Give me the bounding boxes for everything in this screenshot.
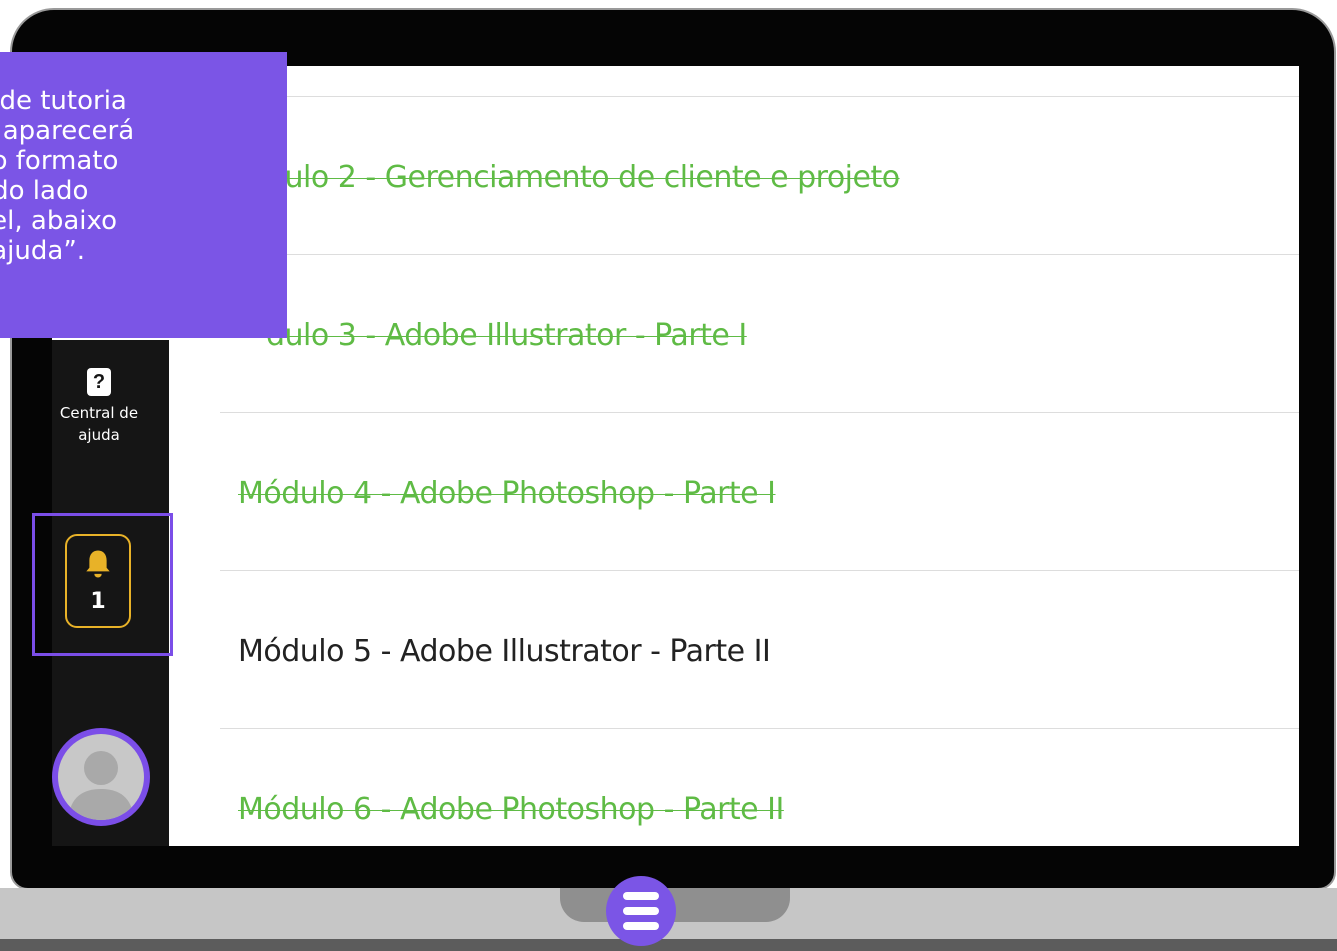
avatar[interactable] xyxy=(52,728,150,826)
divider xyxy=(220,254,1299,255)
menu-bar xyxy=(623,892,659,900)
divider xyxy=(220,570,1299,571)
module-label[interactable]: Módulo 5 - Adobe Illustrator - Parte II xyxy=(238,634,771,669)
menu-bar xyxy=(623,922,659,930)
module-label[interactable]: Módulo 6 - Adobe Photoshop - Parte II xyxy=(238,792,784,827)
tooltip-text: uipe de tutoria refa, aparecerá ão no fo… xyxy=(0,86,135,266)
divider xyxy=(220,412,1299,413)
module-label[interactable]: dulo 2 - Gerenciamento de cliente e proj… xyxy=(266,160,900,195)
module-row-5[interactable]: Módulo 5 - Adobe Illustrator - Parte II xyxy=(168,570,1299,728)
divider xyxy=(220,728,1299,729)
help-center-label: Central de ajuda xyxy=(59,404,139,444)
highlight-frame xyxy=(32,513,173,656)
laptop-base-edge xyxy=(0,939,1337,951)
module-row-3[interactable]: dulo 3 - Adobe Illustrator - Parte I xyxy=(168,254,1299,412)
question-icon: ? xyxy=(87,368,111,396)
module-label[interactable]: dulo 3 - Adobe Illustrator - Parte I xyxy=(266,318,747,353)
divider xyxy=(220,96,1299,97)
help-center-link[interactable]: ? Central de ajuda xyxy=(52,368,146,446)
module-row-2[interactable]: dulo 2 - Gerenciamento de cliente e proj… xyxy=(168,96,1299,254)
module-row-6[interactable]: Módulo 6 - Adobe Photoshop - Parte II xyxy=(168,728,1299,846)
module-label[interactable]: Módulo 4 - Adobe Photoshop - Parte I xyxy=(238,476,776,511)
tutorial-tooltip: uipe de tutoria refa, aparecerá ão no fo… xyxy=(0,52,287,338)
avatar-placeholder xyxy=(58,734,144,820)
menu-bar xyxy=(623,907,659,915)
module-row-4[interactable]: Módulo 4 - Adobe Photoshop - Parte I xyxy=(168,412,1299,570)
user-icon xyxy=(68,751,134,820)
menu-button[interactable] xyxy=(606,876,676,946)
